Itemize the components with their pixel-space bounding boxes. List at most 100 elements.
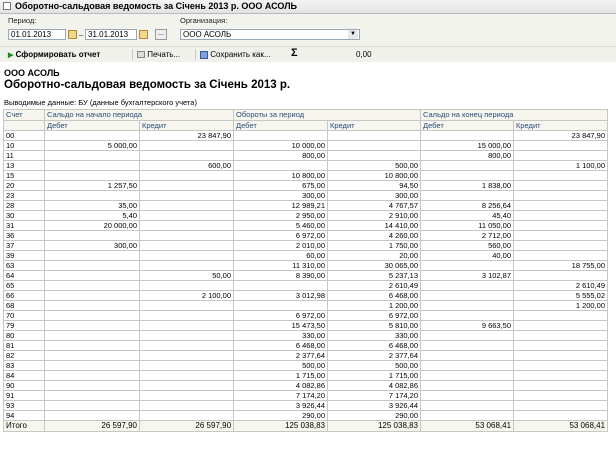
account-cell: 28 bbox=[3, 200, 45, 211]
opening-credit-cell bbox=[138, 200, 235, 211]
table-row: 84 1 715,00 1 715,00 bbox=[3, 370, 609, 381]
turnover-credit-cell: 330,00 bbox=[327, 330, 422, 341]
turnover-debit-cell: 3 012,98 bbox=[233, 290, 329, 301]
account-cell: 80 bbox=[3, 330, 45, 341]
opening-debit-cell bbox=[44, 130, 140, 141]
closing-debit-cell bbox=[420, 400, 515, 411]
turnover-debit-cell: 675,00 bbox=[233, 180, 329, 191]
account-cell: 37 bbox=[3, 240, 45, 251]
closing-credit-cell bbox=[513, 370, 609, 381]
account-cell: 84 bbox=[3, 370, 45, 381]
turnover-credit-cell: 20,00 bbox=[327, 250, 422, 261]
opening-debit-header: Дебет bbox=[44, 120, 140, 131]
closing-credit-cell bbox=[513, 200, 609, 211]
opening-debit-cell bbox=[44, 330, 140, 341]
opening-debit-cell: 300,00 bbox=[44, 240, 140, 251]
account-cell: 91 bbox=[3, 390, 45, 401]
org-select[interactable]: ООО АСОЛЬ ▼ bbox=[180, 29, 360, 40]
closing-debit-cell: 40,00 bbox=[420, 250, 515, 261]
sum-icon[interactable]: Σ bbox=[291, 48, 298, 59]
date-from-field[interactable]: 01.01.2013 bbox=[8, 29, 66, 40]
report-area[interactable]: ООО АСОЛЬ Оборотно-сальдовая ведомость з… bbox=[0, 62, 616, 470]
turnover-credit-cell: 300,00 bbox=[327, 190, 422, 201]
closing-credit-cell: 1 100,00 bbox=[513, 160, 609, 171]
generate-report-button[interactable]: ▶ Сформировать отчет bbox=[8, 49, 100, 60]
turnover-credit-cell: 6 468,00 bbox=[327, 290, 422, 301]
opening-credit-cell bbox=[138, 320, 235, 331]
opening-debit-cell bbox=[44, 280, 140, 291]
calendar-from-icon[interactable] bbox=[68, 30, 77, 39]
closing-debit-cell bbox=[420, 350, 515, 361]
table-row: 66 2 100,00 3 012,98 6 468,00 5 555,02 bbox=[3, 290, 609, 301]
account-cell: 90 bbox=[3, 380, 45, 391]
closing-debit-cell: 8 256,64 bbox=[420, 200, 515, 211]
account-cell: 93 bbox=[3, 400, 45, 411]
turnover-debit-cell: 8 390,00 bbox=[233, 270, 329, 281]
turnover-debit-cell: 7 174,20 bbox=[233, 390, 329, 401]
turnover-credit-cell: 500,00 bbox=[327, 160, 422, 171]
account-cell: 15 bbox=[3, 170, 45, 181]
closing-debit-cell bbox=[420, 380, 515, 391]
save-as-button[interactable]: Сохранить как... bbox=[200, 49, 271, 60]
closing-credit-cell: 1 200,00 bbox=[513, 300, 609, 311]
play-icon: ▶ bbox=[8, 52, 14, 59]
closing-credit-cell bbox=[513, 140, 609, 151]
print-button[interactable]: Печать... bbox=[137, 49, 180, 60]
opening-debit-cell bbox=[44, 370, 140, 381]
closing-debit-cell bbox=[420, 280, 515, 291]
window-title: Оборотно-сальдовая ведомость за Січень 2… bbox=[15, 1, 297, 11]
turnover-debit-cell: 2 950,00 bbox=[233, 210, 329, 221]
turnover-credit-cell: 7 174,20 bbox=[327, 390, 422, 401]
closing-debit-cell: 2 712,00 bbox=[420, 230, 515, 241]
turnover-debit-cell: 2 377,64 bbox=[233, 350, 329, 361]
total-row: Итого 26 597,90 26 597,90 125 038,83 125 038… bbox=[3, 420, 609, 432]
closing-credit-cell bbox=[513, 380, 609, 391]
turnover-debit-cell: 6 972,00 bbox=[233, 310, 329, 321]
opening-credit-cell bbox=[138, 350, 235, 361]
turnover-debit-cell bbox=[233, 160, 329, 171]
table-row: 11 800,00 800,00 bbox=[3, 150, 609, 161]
window-titlebar: Оборотно-сальдовая ведомость за Січень 2… bbox=[0, 0, 616, 14]
closing-credit-cell bbox=[513, 190, 609, 201]
chevron-down-icon[interactable]: ▼ bbox=[348, 30, 358, 39]
period-select-button[interactable]: ... bbox=[155, 29, 167, 40]
closing-debit-cell: 3 102,87 bbox=[420, 270, 515, 281]
turnover-credit-cell bbox=[327, 140, 422, 151]
table-row: 64 50,00 8 390,00 5 237,13 3 102,87 bbox=[3, 270, 609, 281]
opening-debit-cell bbox=[44, 360, 140, 371]
opening-credit-cell: 50,00 bbox=[138, 270, 235, 281]
turnover-credit-cell: 2 610,49 bbox=[327, 280, 422, 291]
closing-debit-cell bbox=[420, 300, 515, 311]
account-cell: 65 bbox=[3, 280, 45, 291]
turnover-credit-cell: 6 468,00 bbox=[327, 340, 422, 351]
account-cell: 30 bbox=[3, 210, 45, 221]
opening-debit-cell bbox=[44, 250, 140, 261]
date-to-field[interactable]: 31.01.2013 bbox=[85, 29, 137, 40]
turnover-credit-cell: 30 065,00 bbox=[327, 260, 422, 271]
opening-credit-cell bbox=[138, 150, 235, 161]
turnover-debit-cell: 10 800,00 bbox=[233, 170, 329, 181]
closing-credit-cell bbox=[513, 360, 609, 371]
print-label: Печать... bbox=[147, 50, 181, 59]
closing-debit-cell bbox=[420, 260, 515, 271]
printer-icon bbox=[137, 51, 145, 59]
turnover-credit-cell: 1 715,00 bbox=[327, 370, 422, 381]
closing-credit-cell: 5 555,02 bbox=[513, 290, 609, 301]
turnover-debit-cell: 6 468,00 bbox=[233, 340, 329, 351]
opening-credit-cell bbox=[138, 140, 235, 151]
calendar-to-icon[interactable] bbox=[139, 30, 148, 39]
closing-credit-cell bbox=[513, 340, 609, 351]
turnover-debit-cell bbox=[233, 130, 329, 141]
opening-debit-cell bbox=[44, 290, 140, 301]
turnover-debit-cell: 10 000,00 bbox=[233, 140, 329, 151]
closing-debit-cell bbox=[420, 360, 515, 371]
turnover-debit-cell: 12 989,21 bbox=[233, 200, 329, 211]
opening-credit-cell bbox=[138, 340, 235, 351]
turnover-credit-cell: 4 767,57 bbox=[327, 200, 422, 211]
closing-debit-cell: 800,00 bbox=[420, 150, 515, 161]
turnover-credit-cell: 3 926,44 bbox=[327, 400, 422, 411]
closing-credit-header: Кредит bbox=[513, 120, 609, 131]
table-row: 63 11 310,00 30 065,00 18 755,00 bbox=[3, 260, 609, 271]
account-cell: 64 bbox=[3, 270, 45, 281]
closing-credit-cell bbox=[513, 310, 609, 321]
